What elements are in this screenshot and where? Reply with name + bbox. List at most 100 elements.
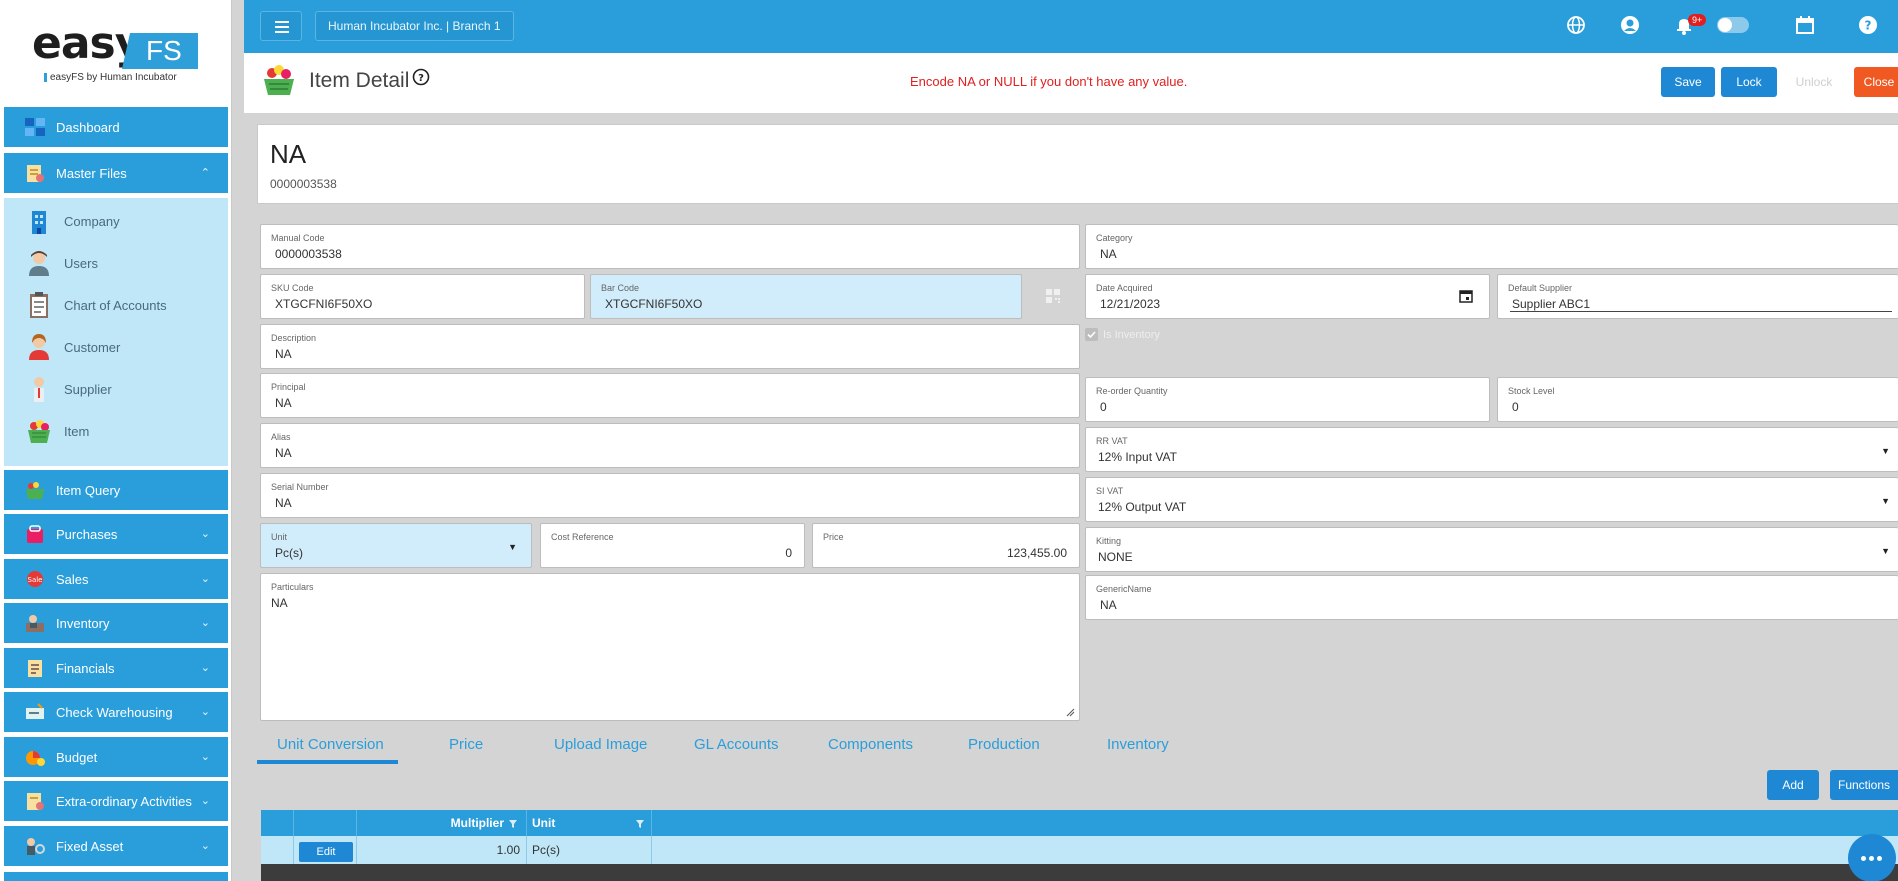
- notification-badge: 9+: [1688, 14, 1707, 26]
- tab-upload-image[interactable]: Upload Image: [554, 736, 647, 753]
- hamburger-menu-button[interactable]: [260, 11, 302, 41]
- close-button[interactable]: Close: [1854, 67, 1898, 97]
- functions-button[interactable]: Functions: [1830, 770, 1898, 800]
- branch-selector[interactable]: Human Incubator Inc. | Branch 1: [315, 11, 514, 41]
- submenu-item-supplier[interactable]: Supplier: [26, 374, 112, 404]
- supplier-icon: [26, 375, 52, 403]
- manual-code-field[interactable]: Manual Code 0000003538: [260, 224, 1080, 269]
- description-field[interactable]: Description NA: [260, 324, 1080, 369]
- more-actions-fab[interactable]: [1848, 834, 1896, 881]
- basket-icon: [26, 417, 52, 445]
- stock-level-field[interactable]: Stock Level 0: [1497, 377, 1898, 422]
- sidebar-item-dashboard[interactable]: Dashboard: [4, 107, 228, 147]
- page-title: Item Detail: [309, 69, 410, 92]
- sku-code-field[interactable]: SKU Code XTGCFNI6F50XO: [260, 274, 585, 319]
- lock-button[interactable]: Lock: [1721, 67, 1777, 97]
- theme-toggle[interactable]: [1717, 17, 1749, 33]
- filter-icon[interactable]: [635, 818, 645, 828]
- qr-code-icon[interactable]: [1045, 288, 1061, 304]
- generic-name-field[interactable]: GenericName NA: [1085, 575, 1898, 620]
- alias-field[interactable]: Alias NA: [260, 423, 1080, 468]
- date-acquired-field[interactable]: Date Acquired 12/21/2023: [1085, 274, 1490, 319]
- tab-components[interactable]: Components: [828, 736, 913, 753]
- unit-cell: Pc(s): [527, 836, 652, 864]
- account-icon[interactable]: [1620, 15, 1640, 35]
- table-row[interactable]: Edit 1.00 Pc(s): [261, 836, 1898, 864]
- add-button[interactable]: Add: [1767, 770, 1819, 800]
- question-circle-icon[interactable]: ?: [412, 68, 430, 86]
- sidebar-item-purchases[interactable]: Purchases ⌄: [4, 514, 228, 554]
- sidebar-item-item-query[interactable]: Item Query: [4, 470, 228, 510]
- sidebar-item-check-warehousing[interactable]: Check Warehousing ⌄: [4, 692, 228, 732]
- edit-row-button[interactable]: Edit: [299, 842, 353, 862]
- inventory-icon: [24, 613, 46, 633]
- tab-production[interactable]: Production: [968, 736, 1040, 753]
- resize-handle-icon[interactable]: [1065, 706, 1075, 717]
- particulars-textarea[interactable]: Particulars NA: [260, 573, 1080, 721]
- sidebar-item-extra-ordinary-activities[interactable]: Extra-ordinary Activities ⌄: [4, 781, 228, 821]
- dropdown-arrow-icon: ▼: [508, 542, 517, 552]
- logo: easy FS easyFS by Human Incubator: [0, 0, 231, 100]
- multiplier-column-header[interactable]: Multiplier: [357, 810, 527, 836]
- sidebar-item-inventory[interactable]: Inventory ⌄: [4, 603, 228, 643]
- logo-fs: FS: [122, 33, 198, 69]
- sidebar-item-label: Check Warehousing: [56, 704, 173, 720]
- row-selector-cell[interactable]: [261, 836, 294, 864]
- filter-icon[interactable]: [508, 818, 518, 828]
- principal-field[interactable]: Principal NA: [260, 373, 1080, 418]
- unit-column-header[interactable]: Unit: [527, 810, 652, 836]
- bar-code-field[interactable]: Bar Code XTGCFNI6F50XO: [590, 274, 1022, 319]
- item-code: 0000003538: [270, 177, 337, 191]
- si-vat-select[interactable]: SI VAT 12% Output VAT ▼: [1085, 477, 1898, 522]
- tab-unit-conversion[interactable]: Unit Conversion: [277, 736, 384, 753]
- submenu-item-chart-of-accounts[interactable]: Chart of Accounts: [26, 290, 167, 320]
- is-inventory-checkbox[interactable]: Is Inventory: [1085, 328, 1160, 341]
- ledger-icon: [24, 658, 46, 678]
- field-label: Price: [823, 532, 844, 542]
- field-value: NA: [275, 446, 292, 460]
- unit-select[interactable]: Unit Pc(s) ▼: [260, 523, 532, 568]
- sidebar-item-financials[interactable]: Financials ⌄: [4, 648, 228, 688]
- save-button[interactable]: Save: [1661, 67, 1715, 97]
- field-label: RR VAT: [1096, 436, 1128, 446]
- price-field[interactable]: Price 123,455.00: [812, 523, 1080, 568]
- sidebar-item-sales[interactable]: Sale Sales ⌄: [4, 559, 228, 599]
- tab-gl-accounts[interactable]: GL Accounts: [694, 736, 779, 753]
- submenu-item-company[interactable]: Company: [26, 206, 120, 236]
- building-icon: [26, 207, 52, 235]
- help-icon[interactable]: ?: [1858, 15, 1878, 35]
- submenu-item-item[interactable]: Item: [26, 416, 89, 446]
- sidebar-item-fixed-asset[interactable]: Fixed Asset ⌄: [4, 826, 228, 866]
- unlock-button[interactable]: Unlock: [1789, 67, 1839, 97]
- default-supplier-field[interactable]: Default Supplier Supplier ABC1: [1497, 274, 1898, 319]
- budget-icon: [24, 747, 46, 767]
- dashboard-icon: [24, 117, 46, 137]
- sidebar-item-more[interactable]: [4, 872, 228, 881]
- reorder-quantity-field[interactable]: Re-order Quantity 0: [1085, 377, 1490, 422]
- column-header-label: Unit: [532, 816, 556, 830]
- sale-tag-icon: Sale: [24, 569, 46, 589]
- submenu-item-customer[interactable]: Customer: [26, 332, 120, 362]
- category-field[interactable]: Category NA: [1085, 224, 1898, 269]
- moon-icon: [1755, 15, 1775, 35]
- svg-text:?: ?: [418, 73, 424, 84]
- cost-reference-field[interactable]: Cost Reference 0: [540, 523, 805, 568]
- calendar-icon[interactable]: [1459, 289, 1473, 303]
- checkbox-checked-icon: [1085, 328, 1098, 341]
- sidebar-item-budget[interactable]: Budget ⌄: [4, 737, 228, 777]
- sidebar: easy FS easyFS by Human Incubator Dashbo…: [0, 0, 232, 881]
- submenu-item-label: Company: [64, 213, 120, 229]
- globe-icon[interactable]: [1566, 15, 1586, 35]
- calendar-icon[interactable]: [1795, 15, 1815, 35]
- serial-number-field[interactable]: Serial Number NA: [260, 473, 1080, 518]
- field-label: Principal: [271, 382, 306, 392]
- sidebar-item-label: Extra-ordinary Activities: [56, 793, 192, 809]
- sidebar-item-master-files[interactable]: Master Files ⌃: [4, 153, 228, 193]
- chevron-down-icon: ⌄: [200, 573, 210, 585]
- tab-price[interactable]: Price: [449, 736, 483, 753]
- submenu-item-label: Customer: [64, 339, 121, 355]
- tab-inventory[interactable]: Inventory: [1107, 736, 1169, 753]
- submenu-item-users[interactable]: Users: [26, 248, 98, 278]
- kitting-select[interactable]: Kitting NONE ▼: [1085, 527, 1898, 572]
- rr-vat-select[interactable]: RR VAT 12% Input VAT ▼: [1085, 427, 1898, 472]
